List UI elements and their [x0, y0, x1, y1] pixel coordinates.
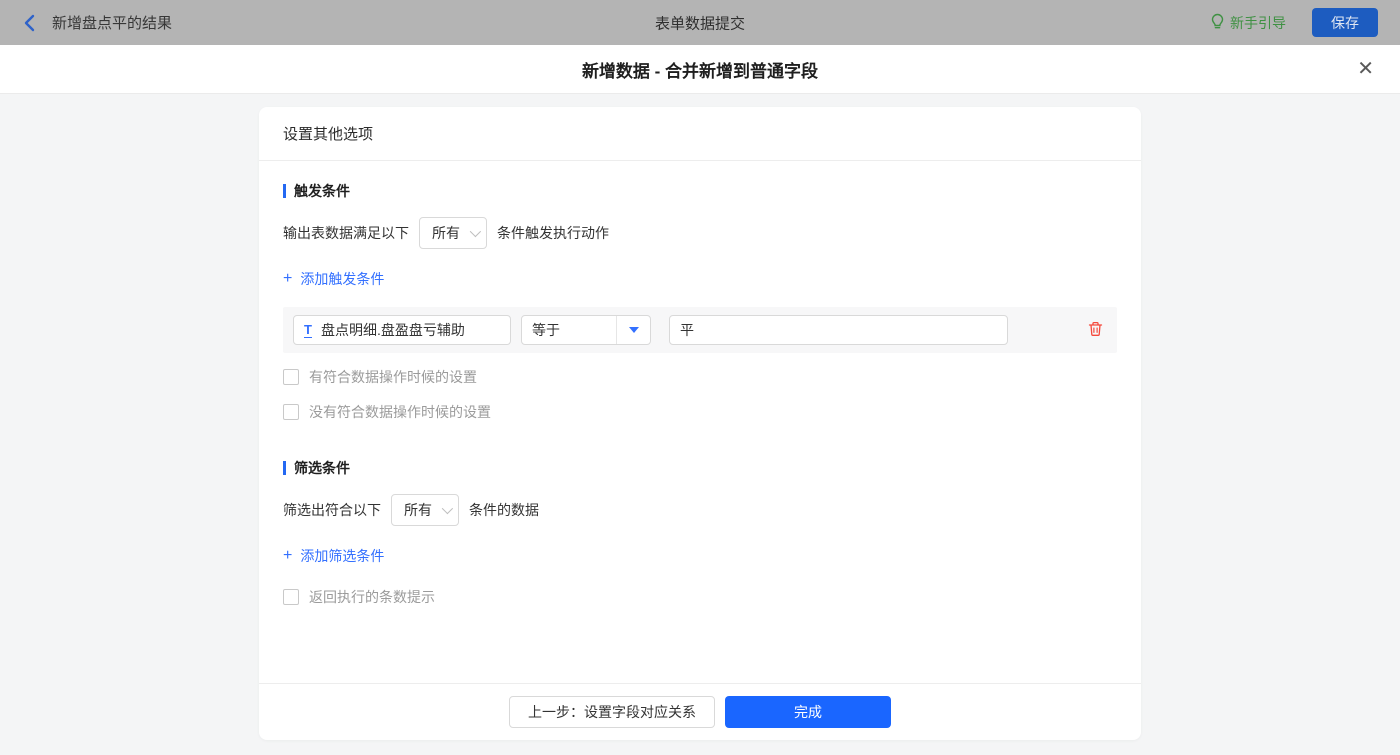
topbar-title: 表单数据提交: [654, 15, 746, 32]
checkbox-no-match-label: 没有符合数据操作时候的设置: [309, 404, 491, 420]
back-button[interactable]: [22, 14, 38, 32]
add-trigger-condition-label: 添加触发条件: [300, 271, 385, 287]
checkbox-has-match[interactable]: [283, 369, 299, 385]
card-header-title: 设置其他选项: [283, 126, 374, 143]
filter-match-select[interactable]: 所有: [391, 494, 459, 526]
beginner-guide-link[interactable]: 新手引导: [1210, 13, 1286, 33]
filter-section-title: 筛选条件: [283, 458, 1117, 478]
card-footer: 上一步：设置字段对应关系 完成: [259, 683, 1141, 740]
checkbox-row-has-match[interactable]: 有符合数据操作时候的设置: [283, 367, 1117, 387]
filter-sentence-prefix: 筛选出符合以下: [283, 502, 381, 518]
condition-field-select[interactable]: T: [293, 315, 511, 345]
plus-icon: +: [283, 547, 293, 564]
trigger-section-title: 触发条件: [283, 181, 1117, 201]
dialog-title: 新增数据 - 合并新增到普通字段: [581, 61, 819, 81]
filter-match-sentence: 筛选出符合以下 所有 条件的数据: [283, 494, 1117, 526]
trigger-match-sentence: 输出表数据满足以下 所有 条件触发执行动作: [283, 217, 1117, 249]
checkbox-has-match-label: 有符合数据操作时候的设置: [309, 369, 477, 385]
trigger-match-select[interactable]: 所有: [419, 217, 487, 249]
section-bar: [283, 184, 286, 198]
add-trigger-condition-link[interactable]: + 添加触发条件: [283, 269, 384, 289]
checkbox-count-tip-label: 返回执行的条数提示: [309, 589, 435, 605]
condition-operator-select[interactable]: 等于: [521, 315, 651, 345]
condition-field-input[interactable]: [320, 322, 500, 338]
checkbox-row-no-match[interactable]: 没有符合数据操作时候的设置: [283, 402, 1117, 422]
condition-value-input[interactable]: [669, 315, 1008, 345]
chevron-down-icon: [469, 225, 482, 238]
add-filter-condition-link[interactable]: + 添加筛选条件: [283, 546, 384, 566]
filter-match-select-value: 所有: [404, 502, 432, 518]
checkbox-row-count-tip[interactable]: 返回执行的条数提示: [283, 587, 1117, 607]
topbar: 新增盘点平的结果 表单数据提交 新手引导 保存: [0, 0, 1400, 45]
dialog-header: 新增数据 - 合并新增到普通字段 ✕: [0, 45, 1400, 94]
save-button[interactable]: 保存: [1312, 8, 1378, 37]
previous-step-button[interactable]: 上一步：设置字段对应关系: [509, 696, 715, 728]
finish-button[interactable]: 完成: [725, 696, 891, 728]
condition-operator-value: 等于: [532, 322, 560, 338]
trigger-match-select-value: 所有: [432, 225, 460, 241]
filter-sentence-suffix: 条件的数据: [469, 502, 539, 518]
caret-down-icon: [628, 327, 639, 333]
topbar-back-label: 新增盘点平的结果: [52, 15, 173, 32]
card-header: 设置其他选项: [259, 107, 1141, 161]
filter-section-title-text: 筛选条件: [294, 460, 350, 476]
plus-icon: +: [283, 270, 293, 287]
trigger-sentence-prefix: 输出表数据满足以下: [283, 225, 409, 241]
close-icon[interactable]: ✕: [1357, 59, 1374, 79]
trigger-condition-row: T 等于: [283, 307, 1117, 353]
lightbulb-icon: [1210, 13, 1225, 33]
text-type-icon: T: [304, 321, 312, 338]
checkbox-count-tip[interactable]: [283, 589, 299, 605]
checkbox-no-match[interactable]: [283, 404, 299, 420]
dialog-body: 设置其他选项 触发条件 输出表数据满足以下 所有 条件触发执行动作 + 添加触发…: [0, 94, 1400, 755]
delete-condition-button[interactable]: [1088, 321, 1103, 340]
operator-caret-segment[interactable]: [616, 316, 650, 344]
chevron-down-icon: [441, 502, 454, 515]
chevron-left-icon: [22, 14, 38, 32]
trash-icon: [1088, 321, 1103, 340]
section-bar: [283, 461, 286, 475]
beginner-guide-label: 新手引导: [1230, 14, 1286, 31]
trigger-sentence-suffix: 条件触发执行动作: [497, 225, 609, 241]
card-body: 触发条件 输出表数据满足以下 所有 条件触发执行动作 + 添加触发条件 T 盘点…: [259, 161, 1141, 683]
options-card: 设置其他选项 触发条件 输出表数据满足以下 所有 条件触发执行动作 + 添加触发…: [259, 107, 1141, 740]
trigger-section-title-text: 触发条件: [294, 183, 350, 199]
add-filter-condition-label: 添加筛选条件: [300, 548, 385, 564]
